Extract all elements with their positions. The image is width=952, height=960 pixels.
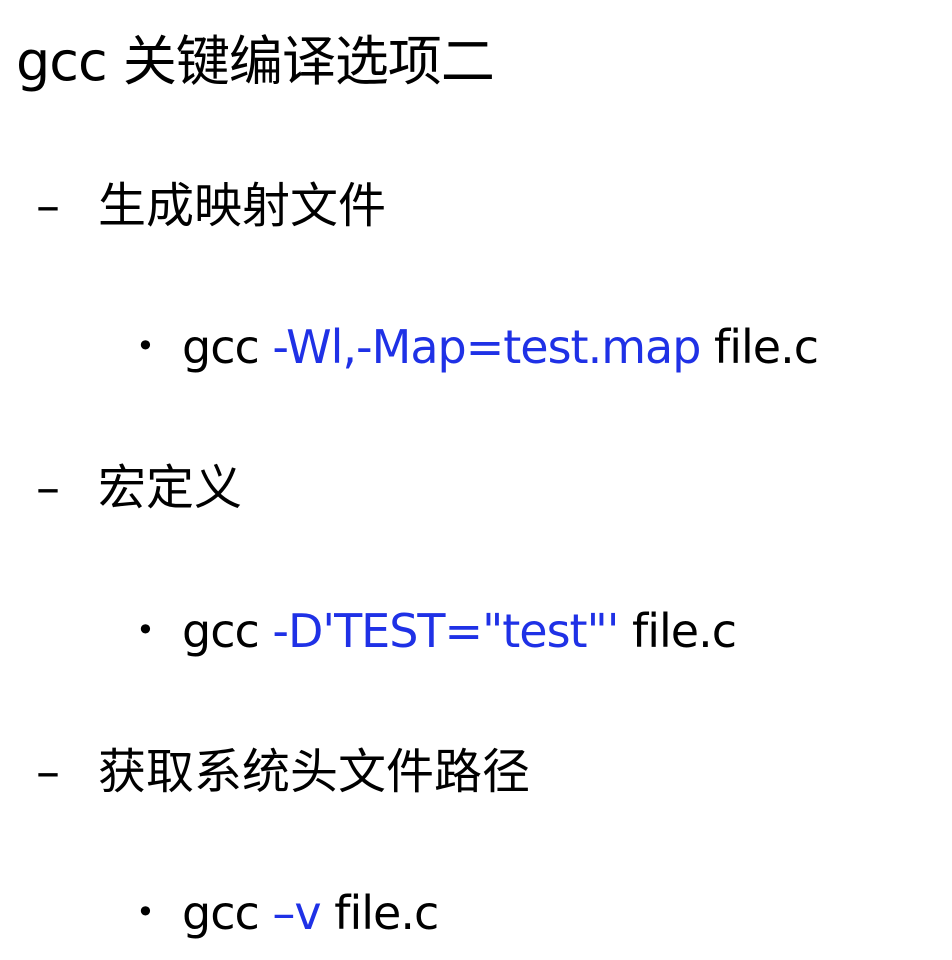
command-suffix: file.c	[700, 320, 819, 374]
section-heading-text: 生成映射文件	[98, 178, 387, 234]
dash-marker: –	[36, 178, 60, 234]
bullet-marker: •	[136, 327, 155, 365]
section-heading-macro-define: – 宏定义	[36, 456, 242, 520]
slide: gcc 关键编译选项二 – 生成映射文件 • gcc -Wl,-Map=test.m…	[0, 0, 952, 960]
section-heading-system-include-path: – 获取系统头文件路径	[36, 740, 530, 804]
command-system-include-path: • gcc –v file.c	[136, 880, 439, 945]
command-prefix: gcc	[182, 886, 273, 940]
command-map-file: • gcc -Wl,-Map=test.map file.c	[136, 314, 819, 379]
bullet-marker: •	[136, 893, 155, 931]
slide-title: gcc 关键编译选项二	[16, 30, 495, 93]
command-option: -D'TEST="test"'	[272, 604, 619, 658]
section-heading-text: 宏定义	[98, 460, 243, 516]
section-heading-map-file: – 生成映射文件	[36, 174, 386, 238]
dash-marker: –	[36, 744, 60, 800]
command-option: –v	[272, 886, 321, 940]
command-prefix: gcc	[182, 320, 273, 374]
section-heading-text: 获取系统头文件路径	[98, 744, 531, 800]
command-suffix: file.c	[320, 886, 439, 940]
bullet-marker: •	[136, 611, 155, 649]
command-suffix: file.c	[618, 604, 737, 658]
command-macro-define: • gcc -D'TEST="test"' file.c	[136, 598, 737, 663]
command-prefix: gcc	[182, 604, 273, 658]
command-option: -Wl,-Map=test.map	[272, 320, 701, 374]
dash-marker: –	[36, 460, 60, 516]
